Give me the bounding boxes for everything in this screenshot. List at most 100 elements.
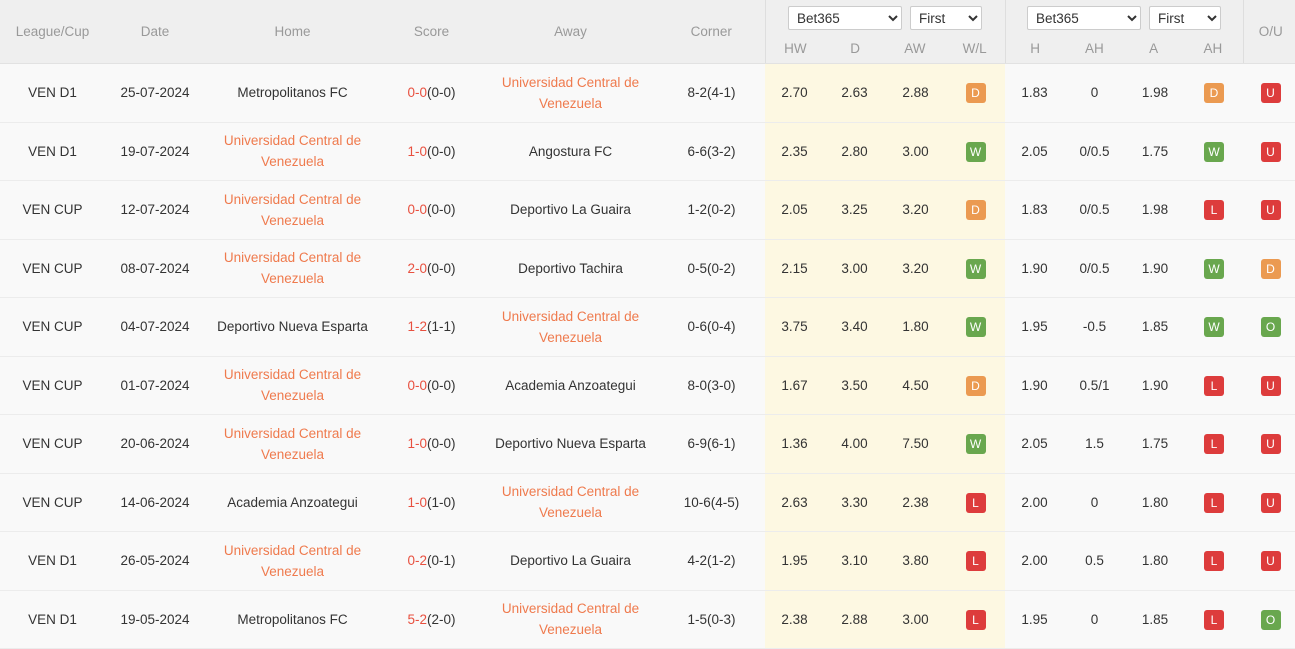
cell-odds-draw[interactable]: 3.30 (824, 473, 885, 532)
cell-odds-draw[interactable]: 3.50 (824, 356, 885, 415)
cell-home-team[interactable]: Universidad Central de Venezuela (205, 122, 380, 181)
cell-odds-hw[interactable]: 1.95 (765, 531, 824, 591)
cell-ah-away-odds[interactable]: 1.75 (1125, 122, 1185, 181)
cell-odds-draw[interactable]: 2.88 (824, 590, 885, 649)
cell-ah-home-odds[interactable]: 1.83 (1005, 180, 1064, 240)
cell-odds-aw[interactable]: 2.38 (885, 473, 946, 532)
home-team-label[interactable]: Universidad Central de Venezuela (207, 364, 378, 406)
away-team-label[interactable]: Deportivo La Guaira (485, 199, 656, 220)
cell-odds-hw[interactable]: 2.70 (765, 63, 824, 123)
cell-ah-away-odds[interactable]: 1.75 (1125, 414, 1185, 474)
cell-odds-draw[interactable]: 3.40 (824, 297, 885, 357)
table-row[interactable]: VEN D1 19-05-2024 Metropolitanos FC 5-2(2-0… (0, 590, 1295, 649)
cell-ah-away-odds[interactable]: 1.90 (1125, 356, 1185, 415)
home-team-label[interactable]: Academia Anzoategui (207, 492, 378, 513)
away-team-label[interactable]: Deportivo Nueva Esparta (485, 433, 656, 454)
cell-away-team[interactable]: Universidad Central de Venezuela (483, 590, 658, 649)
cell-odds-aw[interactable]: 3.00 (885, 122, 946, 181)
cell-ah-home-odds[interactable]: 1.90 (1005, 356, 1064, 415)
cell-score[interactable]: 0-0(0-0) (380, 356, 483, 415)
cell-home-team[interactable]: Universidad Central de Venezuela (205, 531, 380, 591)
cell-away-team[interactable]: Deportivo Tachira (483, 239, 658, 298)
cell-odds-draw[interactable]: 2.63 (824, 63, 885, 123)
cell-ah-home-odds[interactable]: 2.00 (1005, 531, 1064, 591)
cell-ah-home-odds[interactable]: 1.95 (1005, 297, 1064, 357)
cell-odds-hw[interactable]: 2.35 (765, 122, 824, 181)
home-team-label[interactable]: Metropolitanos FC (207, 609, 378, 630)
cell-odds-draw[interactable]: 4.00 (824, 414, 885, 474)
cell-odds-aw[interactable]: 3.20 (885, 180, 946, 240)
cell-home-team[interactable]: Metropolitanos FC (205, 63, 380, 123)
cell-away-team[interactable]: Academia Anzoategui (483, 356, 658, 415)
cell-ah-away-odds[interactable]: 1.80 (1125, 531, 1185, 591)
cell-odds-hw[interactable]: 1.67 (765, 356, 824, 415)
score-label[interactable]: 0-2(0-1) (407, 553, 455, 568)
cell-score[interactable]: 1-2(1-1) (380, 297, 483, 357)
table-row[interactable]: VEN CUP 04-07-2024 Deportivo Nueva Esparta… (0, 297, 1295, 357)
table-row[interactable]: VEN D1 25-07-2024 Metropolitanos FC 0-0(0-0… (0, 63, 1295, 123)
away-team-label[interactable]: Universidad Central de Venezuela (485, 481, 656, 523)
cell-home-team[interactable]: Metropolitanos FC (205, 590, 380, 649)
cell-odds-hw[interactable]: 1.36 (765, 414, 824, 474)
cell-odds-draw[interactable]: 3.00 (824, 239, 885, 298)
cell-odds-hw[interactable]: 2.63 (765, 473, 824, 532)
cell-odds-hw[interactable]: 3.75 (765, 297, 824, 357)
cell-home-team[interactable]: Academia Anzoategui (205, 473, 380, 532)
cell-odds-hw[interactable]: 2.38 (765, 590, 824, 649)
cell-home-team[interactable]: Universidad Central de Venezuela (205, 239, 380, 298)
cell-ah-home-odds[interactable]: 2.05 (1005, 122, 1064, 181)
score-label[interactable]: 5-2(2-0) (407, 612, 455, 627)
table-row[interactable]: VEN CUP 01-07-2024 Universidad Central de … (0, 356, 1295, 415)
bookmaker-select-ah[interactable]: Bet365 (1027, 6, 1141, 30)
cell-ah-home-odds[interactable]: 1.83 (1005, 63, 1064, 123)
away-team-label[interactable]: Deportivo La Guaira (485, 550, 656, 571)
cell-ah-home-odds[interactable]: 2.00 (1005, 473, 1064, 532)
table-row[interactable]: VEN CUP 08-07-2024 Universidad Central de … (0, 239, 1295, 298)
cell-score[interactable]: 1-0(1-0) (380, 473, 483, 532)
home-team-label[interactable]: Deportivo Nueva Esparta (207, 316, 378, 337)
cell-away-team[interactable]: Universidad Central de Venezuela (483, 297, 658, 357)
cell-ah-away-odds[interactable]: 1.98 (1125, 180, 1185, 240)
cell-score[interactable]: 5-2(2-0) (380, 590, 483, 649)
cell-score[interactable]: 1-0(0-0) (380, 414, 483, 474)
cell-ah-away-odds[interactable]: 1.85 (1125, 297, 1185, 357)
cell-odds-aw[interactable]: 3.00 (885, 590, 946, 649)
home-team-label[interactable]: Universidad Central de Venezuela (207, 247, 378, 289)
cell-home-team[interactable]: Universidad Central de Venezuela (205, 180, 380, 240)
cell-odds-aw[interactable]: 3.20 (885, 239, 946, 298)
cell-score[interactable]: 0-0(0-0) (380, 180, 483, 240)
cell-odds-draw[interactable]: 3.10 (824, 531, 885, 591)
cell-odds-aw[interactable]: 7.50 (885, 414, 946, 474)
cell-score[interactable]: 1-0(0-0) (380, 122, 483, 181)
half-select-ah[interactable]: First (1149, 6, 1221, 30)
cell-odds-hw[interactable]: 2.15 (765, 239, 824, 298)
cell-odds-draw[interactable]: 2.80 (824, 122, 885, 181)
score-label[interactable]: 1-0(1-0) (407, 495, 455, 510)
score-label[interactable]: 0-0(0-0) (407, 202, 455, 217)
home-team-label[interactable]: Universidad Central de Venezuela (207, 189, 378, 231)
cell-home-team[interactable]: Universidad Central de Venezuela (205, 356, 380, 415)
away-team-label[interactable]: Academia Anzoategui (485, 375, 656, 396)
score-label[interactable]: 1-0(0-0) (407, 436, 455, 451)
half-select-1x2[interactable]: First (910, 6, 982, 30)
cell-ah-home-odds[interactable]: 1.90 (1005, 239, 1064, 298)
table-row[interactable]: VEN CUP 20-06-2024 Universidad Central de … (0, 414, 1295, 474)
cell-score[interactable]: 0-2(0-1) (380, 531, 483, 591)
cell-away-team[interactable]: Deportivo La Guaira (483, 531, 658, 591)
cell-score[interactable]: 0-0(0-0) (380, 63, 483, 123)
bookmaker-select-1x2[interactable]: Bet365 (788, 6, 902, 30)
cell-ah-away-odds[interactable]: 1.85 (1125, 590, 1185, 649)
cell-away-team[interactable]: Universidad Central de Venezuela (483, 473, 658, 532)
cell-score[interactable]: 2-0(0-0) (380, 239, 483, 298)
home-team-label[interactable]: Universidad Central de Venezuela (207, 423, 378, 465)
away-team-label[interactable]: Angostura FC (485, 141, 656, 162)
cell-ah-away-odds[interactable]: 1.98 (1125, 63, 1185, 123)
cell-away-team[interactable]: Angostura FC (483, 122, 658, 181)
cell-ah-away-odds[interactable]: 1.80 (1125, 473, 1185, 532)
table-row[interactable]: VEN CUP 14-06-2024 Academia Anzoategui 1-0(… (0, 473, 1295, 532)
cell-odds-aw[interactable]: 3.80 (885, 531, 946, 591)
cell-ah-home-odds[interactable]: 1.95 (1005, 590, 1064, 649)
cell-odds-draw[interactable]: 3.25 (824, 180, 885, 240)
cell-odds-aw[interactable]: 1.80 (885, 297, 946, 357)
home-team-label[interactable]: Metropolitanos FC (207, 82, 378, 103)
